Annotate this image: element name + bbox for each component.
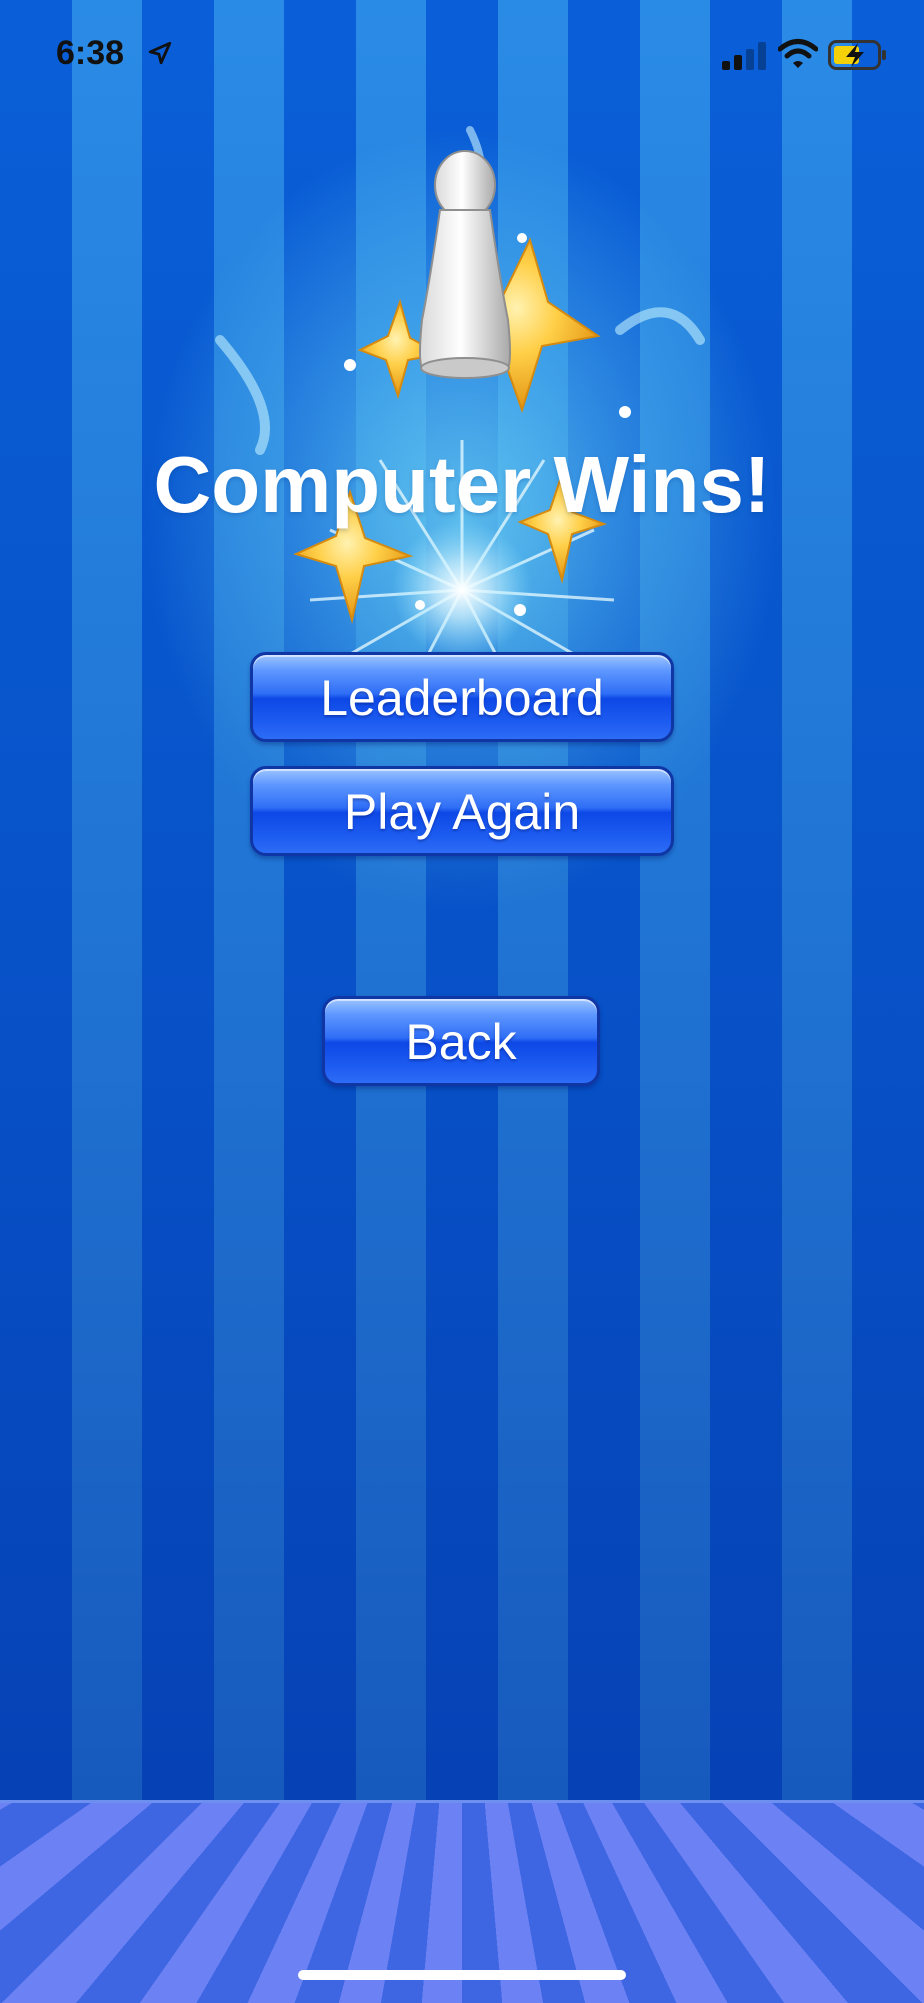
wifi-icon: [778, 39, 818, 68]
status-time: 6:38: [56, 34, 125, 72]
game-pawn: [419, 150, 511, 379]
home-indicator[interactable]: [298, 1970, 626, 1980]
leaderboard-button[interactable]: Leaderboard: [250, 652, 674, 742]
play-again-button[interactable]: Play Again: [250, 766, 674, 856]
battery-charging-icon: [828, 40, 886, 70]
location-arrow-icon: [148, 41, 172, 65]
back-button[interactable]: Back: [322, 996, 600, 1086]
winner-artwork: [215, 126, 705, 670]
status-bar: 6:38: [0, 0, 924, 110]
cellular-signal-icon: [722, 42, 766, 70]
result-title: Computer Wins!: [153, 440, 771, 529]
